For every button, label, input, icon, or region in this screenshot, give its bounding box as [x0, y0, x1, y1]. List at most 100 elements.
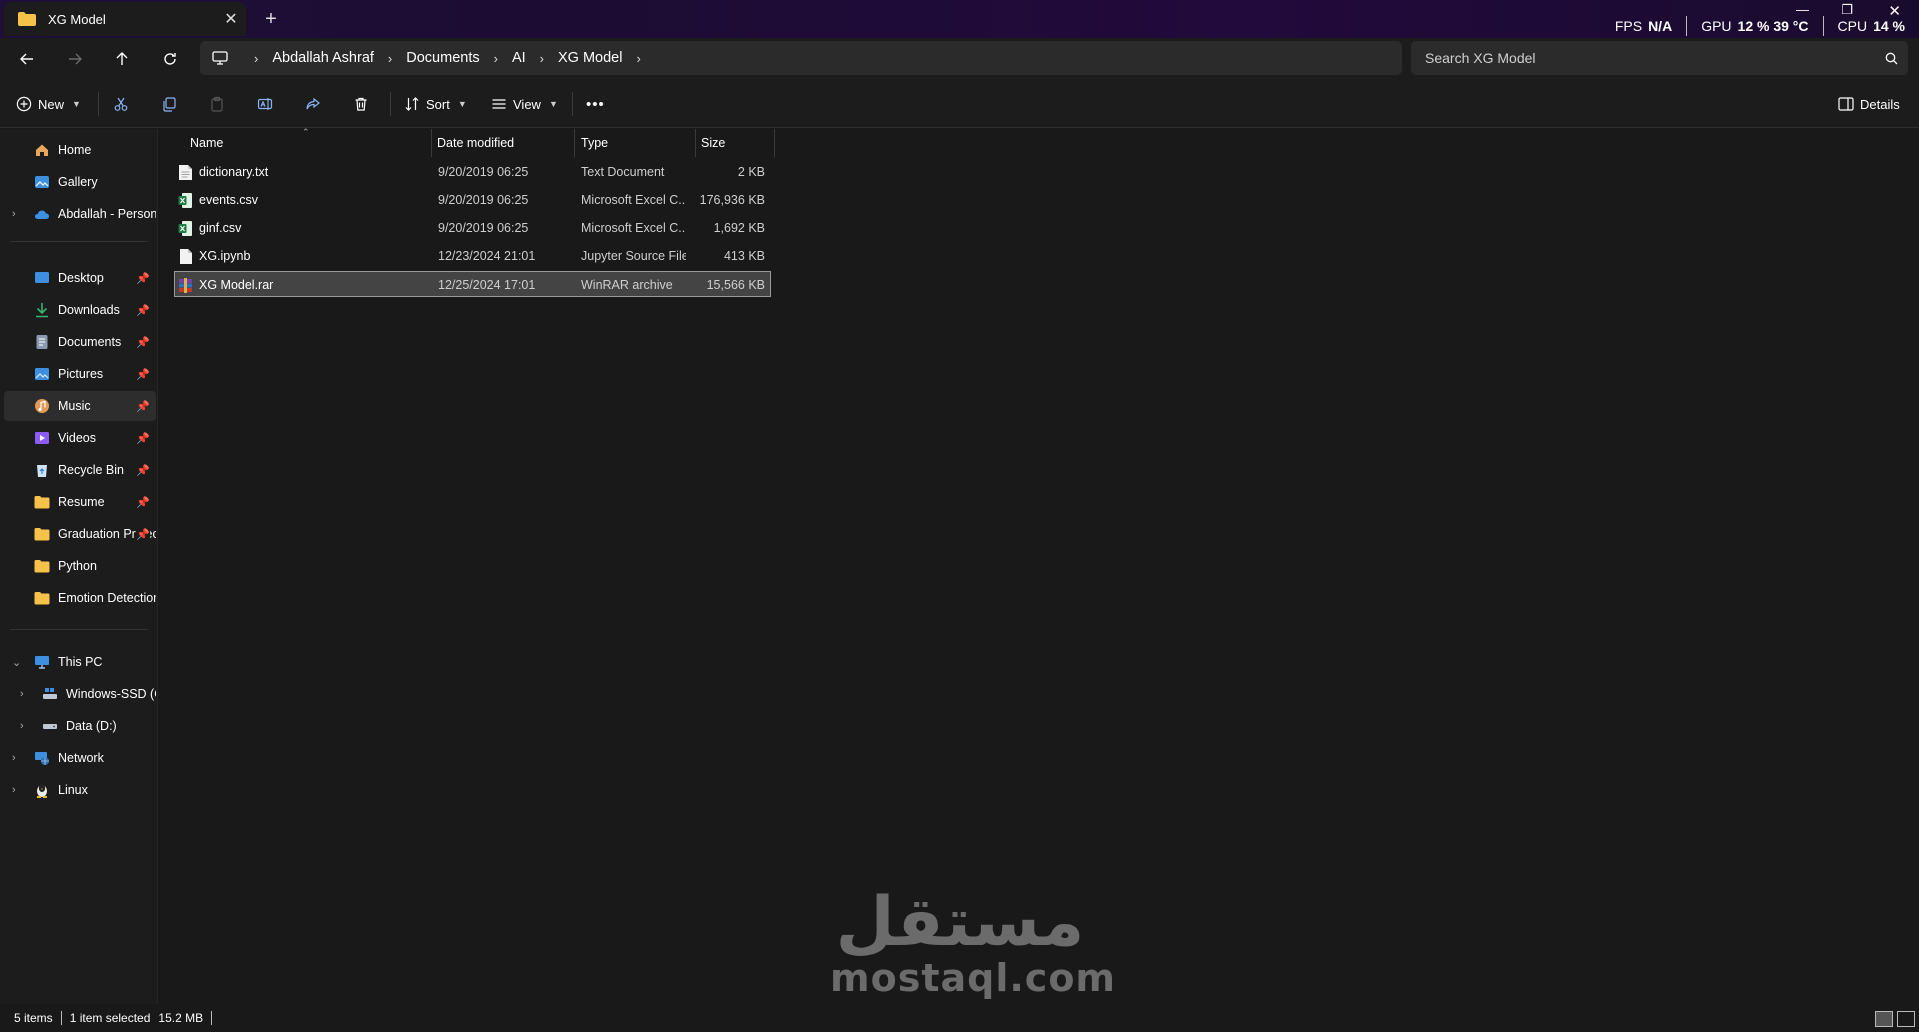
sidebar-item-network[interactable]: › Network [4, 743, 156, 773]
breadcrumb-ai[interactable]: AI [512, 50, 526, 66]
breadcrumb-xg-model[interactable]: XG Model [558, 50, 622, 66]
tab-xg-model[interactable]: XG Model ✕ [4, 2, 246, 36]
drive-icon [43, 688, 57, 699]
file-size: 413 KB [723, 249, 765, 263]
column-header-type[interactable]: Type [581, 129, 608, 157]
chevron-right-icon[interactable]: › [12, 752, 16, 764]
folder-icon [18, 12, 36, 26]
file-row[interactable]: events.csv 9/20/2019 06:25 Microsoft Exc… [174, 187, 771, 213]
minimize-button[interactable]: — [1796, 2, 1809, 17]
column-divider[interactable] [774, 129, 775, 157]
file-name: events.csv [199, 193, 259, 207]
sidebar-item-desktop[interactable]: Desktop 📌 [4, 263, 156, 293]
sidebar-item-this-pc[interactable]: ⌄ This PC [4, 647, 156, 677]
sidebar-item-label: Music [58, 399, 91, 413]
back-button[interactable] [12, 45, 42, 73]
sidebar-item-linux[interactable]: › Linux [4, 775, 156, 805]
details-button[interactable]: Details [1838, 88, 1900, 120]
chevron-right-icon[interactable]: › [540, 51, 544, 66]
new-button[interactable]: New ▼ [16, 88, 81, 120]
sidebar-item-label: Data (D:) [66, 719, 117, 733]
chevron-right-icon[interactable]: › [12, 784, 16, 796]
forward-button[interactable] [60, 45, 90, 73]
search-box[interactable] [1411, 41, 1908, 75]
sidebar-item-onedrive[interactable]: › Abdallah - Personal [4, 199, 156, 229]
tiles-view-toggle[interactable] [1897, 1011, 1915, 1027]
sidebar-item-videos[interactable]: Videos 📌 [4, 423, 156, 453]
column-header-date-modified[interactable]: Date modified [437, 129, 514, 157]
pin-icon[interactable]: 📌 [136, 304, 150, 317]
delete-button[interactable] [353, 88, 369, 120]
chevron-right-icon[interactable]: › [12, 208, 16, 220]
chevron-right-icon[interactable]: › [494, 51, 498, 66]
sidebar-item-label: Documents [58, 335, 122, 349]
sidebar-item-data-d[interactable]: › Data (D:) [4, 711, 156, 741]
sidebar-item-windows-ssd[interactable]: › Windows-SSD (C:) [4, 679, 156, 709]
pin-icon[interactable]: 📌 [136, 432, 150, 445]
close-tab-button[interactable]: ✕ [216, 9, 246, 29]
navigation-pane: Home Gallery › Abdallah - Personal Deskt… [0, 129, 158, 1004]
sort-ascending-icon: ⌃ [302, 127, 310, 137]
column-divider[interactable] [431, 129, 432, 157]
videos-icon [35, 432, 49, 444]
plus-circle-icon [16, 96, 32, 112]
pin-icon[interactable]: 📌 [136, 336, 150, 349]
column-header-name[interactable]: Name [190, 129, 223, 157]
new-tab-button[interactable]: + [258, 6, 284, 32]
search-input[interactable] [1425, 50, 1874, 66]
paste-button[interactable] [209, 88, 225, 120]
sidebar-item-emotion-detection[interactable]: Emotion Detection [4, 583, 156, 613]
view-button[interactable]: View ▼ [491, 88, 558, 120]
sort-button[interactable]: Sort ▼ [404, 88, 467, 120]
column-divider[interactable] [695, 129, 696, 157]
file-row[interactable]: ginf.csv 9/20/2019 06:25 Microsoft Excel… [174, 215, 771, 241]
sidebar-item-python[interactable]: Python [4, 551, 156, 581]
pin-icon[interactable]: 📌 [136, 464, 150, 477]
chevron-right-icon[interactable]: › [388, 51, 392, 66]
column-divider[interactable] [574, 129, 575, 157]
chevron-down-icon[interactable]: ⌄ [12, 656, 21, 669]
sidebar-item-recycle-bin[interactable]: Recycle Bin 📌 [4, 455, 156, 485]
copy-button[interactable] [161, 88, 177, 120]
sidebar-item-gallery[interactable]: Gallery [4, 167, 156, 197]
file-row[interactable]: XG.ipynb 12/23/2024 21:01 Jupyter Source… [174, 243, 771, 269]
pin-icon[interactable]: 📌 [136, 496, 150, 509]
pin-icon[interactable]: 📌 [136, 527, 150, 541]
overlay-divider [1686, 16, 1688, 36]
address-bar[interactable]: › Abdallah Ashraf › Documents › AI › XG … [200, 41, 1402, 75]
sidebar-item-documents[interactable]: Documents 📌 [4, 327, 156, 357]
pictures-icon [35, 368, 49, 380]
file-row[interactable]: dictionary.txt 9/20/2019 06:25 Text Docu… [174, 159, 771, 185]
status-bar: 5 items 1 item selected 15.2 MB [0, 1004, 1919, 1032]
sidebar-item-label: Downloads [58, 303, 120, 317]
chevron-right-icon[interactable]: › [636, 51, 640, 66]
refresh-button[interactable] [155, 45, 185, 73]
chevron-right-icon[interactable]: › [254, 51, 258, 66]
chevron-right-icon[interactable]: › [20, 720, 24, 732]
more-options-button[interactable]: ••• [586, 88, 605, 120]
sidebar-item-home[interactable]: Home [4, 135, 156, 165]
cut-button[interactable] [113, 88, 129, 120]
column-header-size[interactable]: Size [701, 129, 725, 157]
sidebar-item-downloads[interactable]: Downloads 📌 [4, 295, 156, 325]
folder-icon [34, 496, 50, 509]
breadcrumb-documents[interactable]: Documents [406, 50, 479, 66]
breadcrumb-abdallah-ashraf[interactable]: Abdallah Ashraf [272, 50, 374, 66]
up-button[interactable] [107, 45, 137, 73]
pin-icon[interactable]: 📌 [136, 272, 150, 285]
sidebar-item-music[interactable]: Music 📌 [4, 391, 156, 421]
pin-icon[interactable]: 📌 [136, 368, 150, 381]
sidebar-item-pictures[interactable]: Pictures 📌 [4, 359, 156, 389]
sidebar-item-graduation-project[interactable]: Graduation Project 📌 [4, 519, 156, 549]
pin-icon[interactable]: 📌 [136, 400, 150, 413]
rename-button[interactable] [257, 88, 273, 120]
search-icon[interactable] [1874, 52, 1908, 65]
share-button[interactable] [305, 88, 321, 120]
sidebar-item-label: Desktop [58, 271, 104, 285]
chevron-down-icon: ▼ [72, 99, 81, 109]
folder-icon [34, 560, 50, 573]
chevron-right-icon[interactable]: › [20, 688, 24, 700]
details-view-toggle[interactable] [1875, 1011, 1893, 1027]
sidebar-item-resume[interactable]: Resume 📌 [4, 487, 156, 517]
file-row-selected[interactable]: XG Model.rar 12/25/2024 17:01 WinRAR arc… [174, 271, 771, 297]
